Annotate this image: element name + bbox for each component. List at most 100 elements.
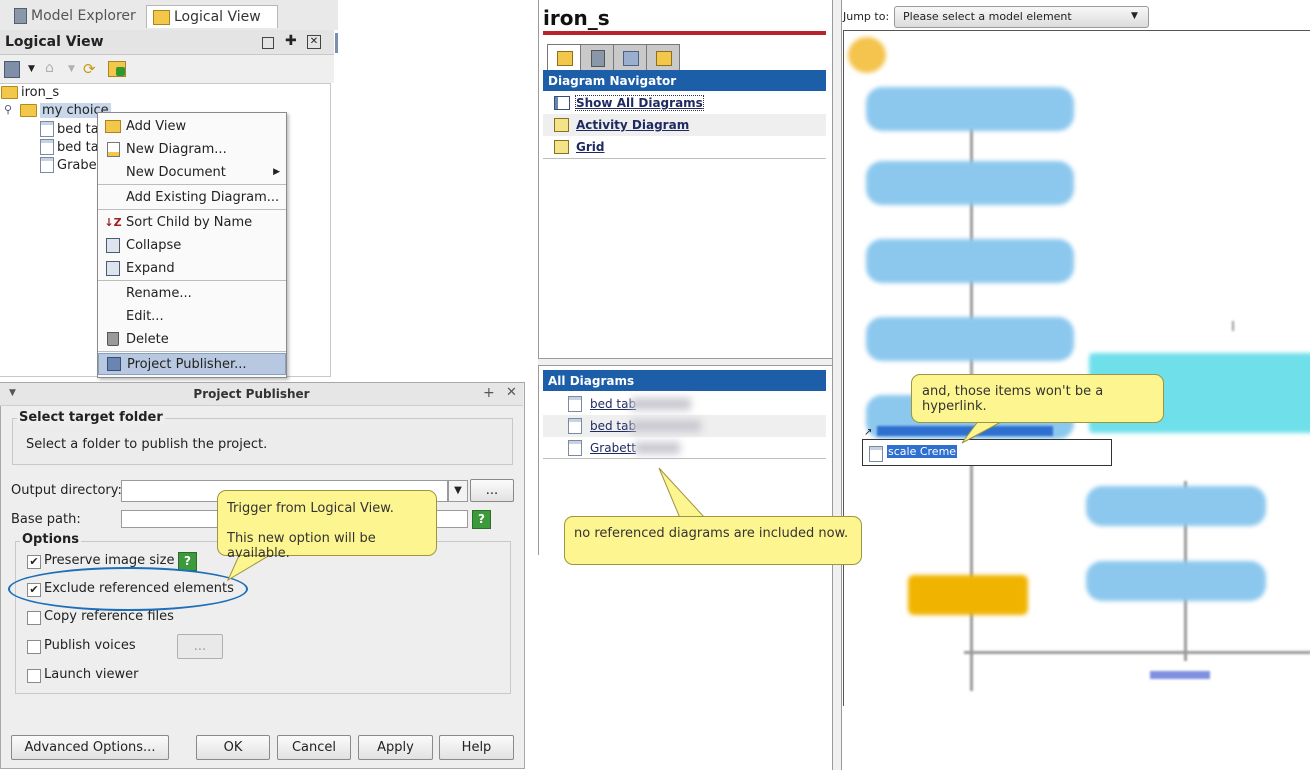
tab-model-explorer-label: Model Explorer <box>31 8 136 24</box>
advanced-options-button[interactable]: Advanced Options... <box>11 735 169 760</box>
menu-item-sort-child-by-name[interactable]: ↓Z Sort Child by Name <box>98 211 286 233</box>
menu-item-add-view[interactable]: Add View <box>98 115 286 137</box>
output-directory-browse-button[interactable]: ... <box>470 479 514 502</box>
tree-item[interactable]: bed ta <box>40 121 99 137</box>
nav-item-label[interactable]: Grid <box>576 140 604 154</box>
tree-root[interactable]: iron_s <box>1 85 59 100</box>
all-diagrams-item[interactable]: Grabett <box>543 437 826 459</box>
chevron-down-icon[interactable]: ▼ <box>448 480 468 502</box>
context-menu: Add View New Diagram... New Document ▶ A… <box>97 112 287 378</box>
navigator-tabs <box>547 44 680 72</box>
menu-item-rename[interactable]: Rename... <box>98 282 286 304</box>
nav-item-label[interactable]: Activity Diagram <box>576 118 689 132</box>
diagram-icon <box>869 446 883 462</box>
all-diagrams-item-label[interactable]: bed tab <box>590 397 636 411</box>
new-diagram-icon <box>104 141 122 157</box>
home-icon[interactable]: ⌂ <box>45 60 54 76</box>
menu-separator <box>98 280 286 281</box>
panel-edge <box>335 33 338 53</box>
menu-item-edit[interactable]: Edit... <box>98 305 286 327</box>
pin-icon[interactable]: ✚ <box>285 33 297 49</box>
menu-item-new-diagram[interactable]: New Diagram... <box>98 138 286 160</box>
refresh-icon[interactable]: ⟳ <box>83 60 96 78</box>
tab-class-list[interactable] <box>613 44 647 72</box>
flow-line <box>964 651 1310 654</box>
tab-model-explorer[interactable]: Model Explorer <box>8 5 142 27</box>
callout-trigger-line2: This new option will be available. <box>227 531 376 561</box>
menu-item-delete[interactable]: Delete <box>98 328 286 350</box>
output-directory-label: Output directory: <box>11 483 122 498</box>
initial-node <box>848 37 886 73</box>
copy-reference-files-checkbox[interactable] <box>27 611 41 625</box>
expand-icon <box>104 260 122 276</box>
all-diagrams-header: All Diagrams <box>543 370 826 391</box>
diagram-icon <box>40 121 54 137</box>
publish-voices-checkbox[interactable] <box>27 640 41 654</box>
chevron-down-icon[interactable]: ▼ <box>68 64 75 74</box>
model-explorer-icon <box>14 8 27 24</box>
tab-logical[interactable] <box>646 44 680 72</box>
view-options-icon[interactable] <box>4 61 20 78</box>
preserve-image-size-checkbox[interactable]: ✔ <box>27 555 41 569</box>
jump-to-value: Please select a model element <box>903 10 1072 23</box>
menu-item-add-existing-diagram[interactable]: Add Existing Diagram... <box>98 186 286 208</box>
pane-splitter[interactable] <box>538 358 832 366</box>
launch-viewer-checkbox[interactable] <box>27 669 41 683</box>
menu-separator <box>98 351 286 352</box>
folder-add-icon <box>104 118 122 134</box>
activity-node <box>866 161 1074 205</box>
publish-voices-label: Publish voices <box>44 638 136 653</box>
help-button[interactable]: Help <box>439 735 514 760</box>
menu-item-new-document[interactable]: New Document ▶ <box>98 161 286 183</box>
logical-folder-icon <box>656 51 672 66</box>
all-diagrams-item[interactable]: bed tab <box>543 415 826 437</box>
restore-icon[interactable] <box>262 37 274 49</box>
apply-button[interactable]: Apply <box>358 735 433 760</box>
highlight-ellipse <box>8 567 248 611</box>
tree-expand-icon[interactable]: ⚲ <box>4 103 12 116</box>
ok-button[interactable]: OK <box>196 735 270 760</box>
chevron-down-icon[interactable]: ▼ <box>28 64 35 74</box>
nav-item-grid[interactable]: Grid <box>543 136 826 159</box>
nav-item-label[interactable]: Show All Diagrams <box>575 95 704 111</box>
blurred-link-text <box>1150 671 1210 679</box>
callout-trigger: Trigger from Logical View. This new opti… <box>217 490 437 561</box>
tab-logical-view-label: Logical View <box>174 9 261 25</box>
menu-item-expand[interactable]: Expand <box>98 257 286 279</box>
diagram-canvas <box>843 30 1310 706</box>
tab-logical-view[interactable]: Logical View <box>146 5 278 28</box>
tree-item[interactable]: bed ta <box>40 139 99 155</box>
nav-item-show-all[interactable]: Show All Diagrams <box>543 92 826 114</box>
callout-hyperlink: and, those items won't be a hyperlink. <box>911 374 1164 423</box>
tab-diagrams[interactable] <box>547 44 581 71</box>
all-diagrams-item-label[interactable]: Grabett <box>590 441 636 455</box>
trash-icon <box>104 331 122 347</box>
dialog-maximize-icon[interactable]: + <box>483 385 495 401</box>
jump-to-select[interactable]: Please select a model element ▼ <box>894 6 1149 28</box>
cancel-button[interactable]: Cancel <box>277 735 351 760</box>
folder-icon <box>1 86 18 99</box>
publisher-icon <box>105 356 123 372</box>
activity-node <box>866 239 1074 283</box>
cursor-arrow-icon: ↗ <box>864 427 873 438</box>
all-diagrams-item[interactable]: bed tab <box>543 393 826 415</box>
frame-separator[interactable] <box>832 0 842 770</box>
diagram-folder-icon <box>557 51 573 66</box>
preserve-image-size-label: Preserve image size <box>44 553 175 568</box>
close-icon[interactable]: ✕ <box>307 35 321 49</box>
title-underline <box>543 31 826 35</box>
dialog-close-icon[interactable]: ✕ <box>506 385 517 400</box>
all-diagrams-item-label[interactable]: bed tab <box>590 419 636 433</box>
activity-diagram-icon <box>554 118 569 132</box>
tab-models[interactable] <box>580 44 614 72</box>
base-path-help-icon[interactable]: ? <box>472 510 491 529</box>
tree-item[interactable]: Grabe <box>40 157 97 173</box>
table-icon <box>554 96 570 110</box>
publish-voices-browse-button[interactable]: ... <box>177 634 223 659</box>
menu-item-collapse[interactable]: Collapse <box>98 234 286 256</box>
preserve-image-help-icon[interactable]: ? <box>178 552 197 571</box>
popup-item[interactable]: scale Creme <box>887 445 958 458</box>
menu-item-project-publisher[interactable]: Project Publisher... <box>98 353 286 375</box>
activity-node <box>866 317 1074 361</box>
nav-item-activity-diagram[interactable]: Activity Diagram <box>543 114 826 136</box>
